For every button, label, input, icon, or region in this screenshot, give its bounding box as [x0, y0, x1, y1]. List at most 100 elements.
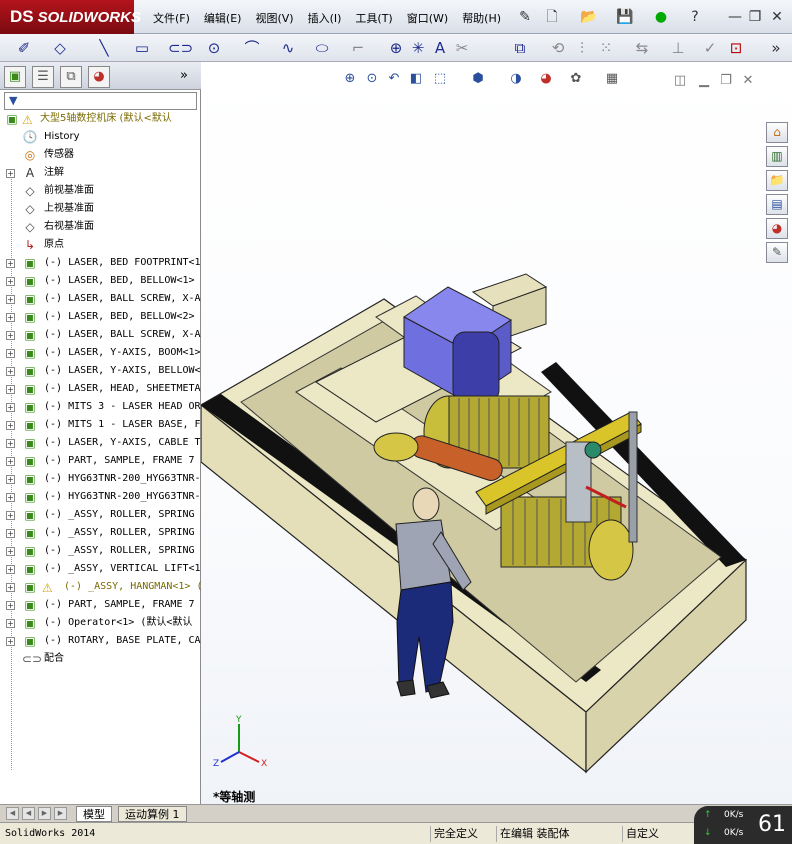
quick-snaps-icon[interactable]: ⊡: [726, 38, 746, 58]
slot-icon[interactable]: ⊂⊃: [168, 38, 193, 58]
design-library-icon[interactable]: ▥: [766, 146, 788, 167]
feature-tree-tab-icon[interactable]: ▣: [4, 66, 26, 88]
expand-toggle-icon[interactable]: +: [6, 565, 15, 574]
tree-item[interactable]: ◇ 前视基准面: [0, 182, 201, 200]
menu-view[interactable]: 视图(V): [248, 9, 300, 27]
pattern-icon[interactable]: ⁙: [596, 38, 616, 58]
expand-toggle-icon[interactable]: +: [6, 313, 15, 322]
tree-item[interactable]: ↳ 原点: [0, 236, 201, 254]
tree-item[interactable]: + ▣ (-) LASER, Y-AXIS, BELLOW<: [0, 362, 201, 380]
pin-icon[interactable]: ✎: [516, 8, 534, 26]
expand-toggle-icon[interactable]: +: [6, 619, 15, 628]
expand-toggle-icon[interactable]: +: [6, 169, 15, 178]
expand-toggle-icon[interactable]: +: [6, 457, 15, 466]
mirror-icon[interactable]: ⫶: [572, 38, 592, 58]
sketch-icon[interactable]: ✐: [14, 38, 34, 58]
smart-dimension-icon[interactable]: ◇: [50, 38, 70, 58]
expand-toggle-icon[interactable]: +: [6, 529, 15, 538]
configuration-manager-tab-icon[interactable]: ⧉: [60, 66, 82, 88]
expand-toggle-icon[interactable]: +: [6, 277, 15, 286]
menu-file[interactable]: 文件(F): [146, 9, 197, 27]
file-explorer-icon[interactable]: 📁: [766, 170, 788, 191]
menu-edit[interactable]: 编辑(E): [197, 9, 249, 27]
tree-item[interactable]: + ▣ (-) PART, SAMPLE, FRAME 7: [0, 596, 201, 614]
tree-item[interactable]: + ▣ (-) LASER, HEAD, SHEETMETA: [0, 380, 201, 398]
tree-item[interactable]: 🕓 History: [0, 128, 201, 146]
menu-window[interactable]: 窗口(W): [400, 9, 455, 27]
tree-item[interactable]: + ▣ (-) LASER, Y-AXIS, BOOM<1>: [0, 344, 201, 362]
tab-model[interactable]: 模型: [76, 806, 112, 822]
plane-sketch-icon[interactable]: ⊕: [386, 38, 406, 58]
minimize-icon[interactable]: —: [726, 8, 744, 26]
tree-item[interactable]: + ▣ (-) _ASSY, ROLLER, SPRING: [0, 506, 201, 524]
expand-toggle-icon[interactable]: +: [6, 349, 15, 358]
next-tab-arrow-icon[interactable]: ▶: [38, 807, 51, 820]
convert-entities-icon[interactable]: ⧉: [510, 38, 530, 58]
last-tab-arrow-icon[interactable]: ▶: [54, 807, 67, 820]
circle-icon[interactable]: ⊙: [204, 38, 224, 58]
trim-icon[interactable]: ✂: [452, 38, 472, 58]
tree-item[interactable]: ◎ 传感器: [0, 146, 201, 164]
tree-item[interactable]: + ▣ (-) _ASSY, VERTICAL LIFT<1: [0, 560, 201, 578]
text-icon[interactable]: A: [430, 38, 450, 58]
point-icon[interactable]: ✳: [408, 38, 428, 58]
ellipse-icon[interactable]: ⬭: [312, 38, 332, 58]
menu-insert[interactable]: 插入(I): [301, 9, 349, 27]
tree-item[interactable]: + ▣ (-) PART, SAMPLE, FRAME 7: [0, 452, 201, 470]
expand-toggle-icon[interactable]: +: [6, 403, 15, 412]
repair-sketch-icon[interactable]: ✓: [700, 38, 720, 58]
expand-toggle-icon[interactable]: +: [6, 421, 15, 430]
close-icon[interactable]: ✕: [768, 8, 786, 26]
tree-filter-input[interactable]: ▼: [4, 92, 197, 110]
fillet-icon[interactable]: ⌐: [348, 38, 368, 58]
first-tab-arrow-icon[interactable]: ◀: [6, 807, 19, 820]
model-canvas[interactable]: [201, 62, 792, 804]
appearance-tab-icon[interactable]: ◕: [88, 66, 110, 88]
tree-item[interactable]: + ▣ (-) MITS 1 - LASER BASE, F: [0, 416, 201, 434]
custom-properties-icon[interactable]: ✎: [766, 242, 788, 263]
tree-item[interactable]: + ▣ (-) _ASSY, ROLLER, SPRING: [0, 542, 201, 560]
expand-toggle-icon[interactable]: +: [6, 439, 15, 448]
prev-tab-arrow-icon[interactable]: ◀: [22, 807, 35, 820]
expand-toggle-icon[interactable]: +: [6, 583, 15, 592]
rebuild-traffic-light-icon[interactable]: ●: [652, 8, 670, 26]
spline-icon[interactable]: ∿: [278, 38, 298, 58]
save-icon[interactable]: 💾: [616, 8, 634, 26]
help-icon[interactable]: ?: [686, 8, 704, 26]
new-document-icon[interactable]: 🗋: [543, 8, 561, 26]
tree-item[interactable]: ◇ 上视基准面: [0, 200, 201, 218]
expand-toggle-icon[interactable]: +: [6, 493, 15, 502]
appearances-scenes-icon[interactable]: ◕: [766, 218, 788, 239]
tree-item[interactable]: + ▣ (-) _ASSY, ROLLER, SPRING: [0, 524, 201, 542]
expand-toggle-icon[interactable]: +: [6, 295, 15, 304]
panel-expand-icon[interactable]: »: [180, 68, 188, 83]
expand-toggle-icon[interactable]: +: [6, 601, 15, 610]
tree-item[interactable]: + ▣ (-) LASER, BED, BELLOW<2>: [0, 308, 201, 326]
tree-item[interactable]: ⊂⊃ 配合: [0, 650, 201, 668]
expand-toggle-icon[interactable]: +: [6, 331, 15, 340]
status-custom-units[interactable]: 自定义: [622, 826, 662, 842]
arc-icon[interactable]: ⌒: [242, 38, 262, 58]
rectangle-icon[interactable]: ▭: [132, 38, 152, 58]
expand-toggle-icon[interactable]: +: [6, 475, 15, 484]
expand-toggle-icon[interactable]: +: [6, 547, 15, 556]
tree-item[interactable]: + ▣ (-) ROTARY, BASE PLATE, CA: [0, 632, 201, 650]
line-icon[interactable]: ╲: [94, 38, 114, 58]
tree-item[interactable]: + A 注解: [0, 164, 201, 182]
solidworks-resources-icon[interactable]: ⌂: [766, 122, 788, 143]
restore-icon[interactable]: ❐: [746, 8, 764, 26]
tree-item[interactable]: + ▣ (-) HYG63TNR-200_HYG63TNR-: [0, 470, 201, 488]
expand-toggle-icon[interactable]: +: [6, 637, 15, 646]
property-manager-tab-icon[interactable]: ☰: [32, 66, 54, 88]
tree-item[interactable]: ◇ 右视基准面: [0, 218, 201, 236]
tree-item[interactable]: + ▣ ⚠ (-) _ASSY, HANGMAN<1> (: [0, 578, 201, 596]
expand-toggle-icon[interactable]: +: [6, 259, 15, 268]
tree-item[interactable]: + ▣ (-) MITS 3 - LASER HEAD OR: [0, 398, 201, 416]
tree-item[interactable]: + ▣ (-) LASER, BED, BELLOW<1>: [0, 272, 201, 290]
tree-item[interactable]: + ▣ (-) LASER, BED FOOTPRINT<1: [0, 254, 201, 272]
expand-toggle-icon[interactable]: +: [6, 511, 15, 520]
tree-item[interactable]: + ▣ (-) HYG63TNR-200_HYG63TNR-: [0, 488, 201, 506]
expand-toggle-icon[interactable]: +: [6, 385, 15, 394]
tab-motion-study[interactable]: 运动算例 1: [118, 806, 187, 822]
view-palette-icon[interactable]: ▤: [766, 194, 788, 215]
